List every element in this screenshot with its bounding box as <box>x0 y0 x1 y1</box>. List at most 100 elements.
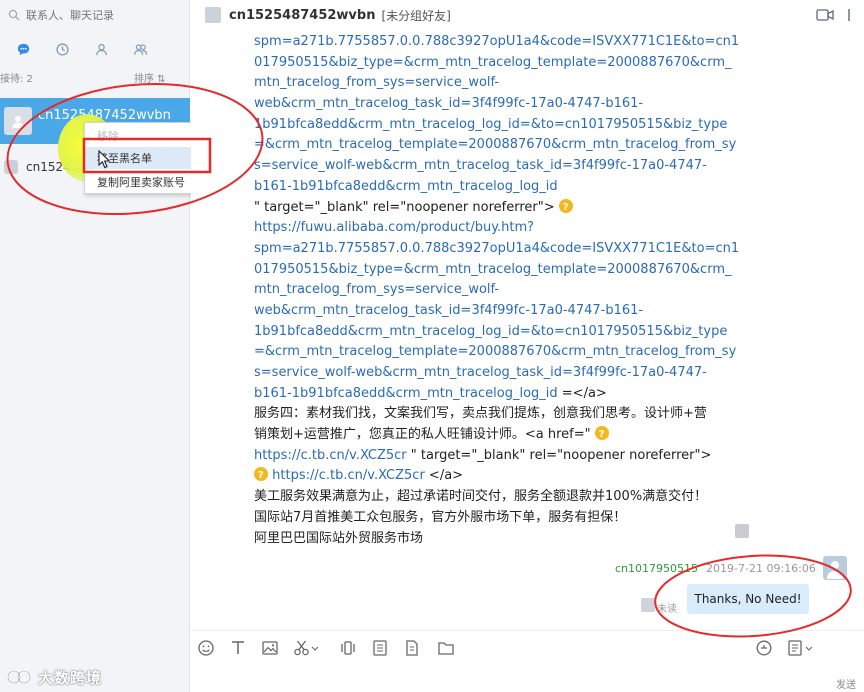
chat-header: cn1525487452wvbn [未分组好友] <box>191 0 864 30</box>
tab-recent-chats[interactable] <box>4 37 43 61</box>
received-message: spm=a271b.7755857.0.0.788c3927opU1a4&cod… <box>254 32 739 550</box>
message-line: s=service_wolf-web&crm_mtn_tracelog_task… <box>254 363 724 384</box>
message-text: " target="_blank" rel="noopener noreferr… <box>406 447 712 463</box>
message-settings-button[interactable] <box>787 639 815 657</box>
contact-count: 接待: 2 <box>0 74 33 85</box>
image-icon <box>262 641 278 655</box>
message-link[interactable]: b161-1b91bfca8edd&crm_mtn_tracelog_log_i… <box>254 179 558 194</box>
default-avatar-icon <box>827 561 843 579</box>
sent-message-meta: cn1017950515 2019-7-21 09:16:06 <box>615 562 816 575</box>
message-line: 国际站7月首推美工众包服务，官方外服市场下单，服务有担保！ <box>254 508 724 529</box>
emoji-icon <box>558 198 573 218</box>
read-status: 未读 <box>657 604 677 615</box>
message-line: s=service_wolf-web&crm_mtn_tracelog_task… <box>254 156 724 177</box>
message-line: 阿里巴巴国际站外贸服务市场 <box>254 529 724 550</box>
watermark-logo-icon <box>7 670 31 684</box>
tab-groups[interactable] <box>121 37 160 61</box>
scissors-icon <box>294 640 319 656</box>
message-link[interactable]: mtn_tracelog_from_sys=service_wolf- <box>254 282 499 297</box>
message-line: 销策划+运营推广，您真正的私人旺铺设计师。<a href=" <box>254 425 724 446</box>
shake-button[interactable] <box>339 639 357 657</box>
message-text: 国际站7月首推美工众包服务，官方外服市场下单，服务有担保！ <box>254 509 627 525</box>
video-call-icon[interactable] <box>816 8 834 22</box>
message-line: mtn_tracelog_from_sys=service_wolf- <box>254 73 724 94</box>
document-icon <box>373 640 387 656</box>
sent-timestamp: 2019-7-21 09:16:06 <box>706 562 816 575</box>
message-link[interactable]: 017950515&biz_type=&crm_mtn_tracelog_tem… <box>254 262 731 277</box>
sort-button[interactable]: 排序 ⇅ <box>134 70 166 85</box>
message-link[interactable]: https://c.tb.cn/v.XCZ5cr <box>254 448 407 463</box>
screenshot-button[interactable] <box>293 639 321 657</box>
default-avatar-icon <box>12 116 24 128</box>
group-icon <box>134 43 148 55</box>
message-line: =&crm_mtn_tracelog_template=2000887670&c… <box>254 135 736 156</box>
tab-history[interactable] <box>43 37 82 61</box>
message-link[interactable]: s=service_wolf-web&crm_mtn_tracelog_task… <box>254 365 707 380</box>
peer-group: [未分组好友] <box>381 8 451 23</box>
contact-sidebar: 接待: 2 排序 ⇅ cn1525487452wvbn cn15242 <box>0 0 190 692</box>
person-icon <box>96 43 107 55</box>
window-bar-icon[interactable] <box>844 8 854 22</box>
message-link[interactable]: spm=a271b.7755857.0.0.788c3927opU1a4&cod… <box>254 241 739 256</box>
message-text: =</a> <box>557 385 607 401</box>
message-link[interactable]: spm=a271b.7755857.0.0.788c3927opU1a4&cod… <box>254 34 739 49</box>
message-link[interactable]: =&crm_mtn_tracelog_template=2000887670&c… <box>254 137 736 152</box>
watermark-text: 大数跨境 <box>38 668 103 687</box>
message-line: spm=a271b.7755857.0.0.788c3927opU1a4&cod… <box>254 32 739 53</box>
message-link[interactable]: web&crm_mtn_tracelog_task_id=3f4f99fc-17… <box>254 96 643 111</box>
emoji-icon <box>198 640 214 656</box>
message-line: mtn_tracelog_from_sys=service_wolf- <box>254 280 724 301</box>
settings-doc-icon <box>788 640 813 656</box>
message-link[interactable]: =&crm_mtn_tracelog_template=2000887670&c… <box>254 344 736 359</box>
history-icon <box>756 640 772 656</box>
sender-avatar <box>823 556 847 580</box>
message-link[interactable]: 017950515&biz_type=&crm_mtn_tracelog_tem… <box>254 55 731 70</box>
message-line: web&crm_mtn_tracelog_task_id=3f4f99fc-17… <box>254 94 724 115</box>
avatar <box>4 160 18 174</box>
message-line: 017950515&biz_type=&crm_mtn_tracelog_tem… <box>254 260 731 281</box>
clock-icon <box>56 42 69 56</box>
message-line: https://c.tb.cn/v.XCZ5cr </a> <box>254 466 724 487</box>
message-link[interactable]: 1b91bfca8edd&crm_mtn_tracelog_log_id=&to… <box>254 117 727 132</box>
folder-button[interactable] <box>437 639 455 657</box>
message-line: " target="_blank" rel="noopener noreferr… <box>254 198 724 218</box>
message-text: 阿里巴巴国际站外贸服务市场 <box>254 530 424 546</box>
font-button[interactable] <box>229 639 247 657</box>
send-button[interactable]: 发送 <box>836 676 856 691</box>
chat-bubble-icon <box>17 43 30 55</box>
message-link[interactable]: s=service_wolf-web&crm_mtn_tracelog_task… <box>254 158 707 173</box>
text-font-icon <box>232 641 244 654</box>
message-link[interactable]: mtn_tracelog_from_sys=service_wolf- <box>254 75 499 90</box>
image-button[interactable] <box>261 639 279 657</box>
message-link[interactable]: https://fuwu.alibaba.com/product/buy.htm… <box>254 220 534 235</box>
unread-badge-icon <box>641 598 655 612</box>
message-text: 销策划+运营推广，您真正的私人旺铺设计师。<a href=" <box>254 427 591 443</box>
message-line: 1b91bfca8edd&crm_mtn_tracelog_log_id=&to… <box>254 115 727 136</box>
document-button[interactable] <box>371 639 389 657</box>
file-icon <box>406 640 418 656</box>
peer-name[interactable]: cn1525487452wvbn <box>229 8 375 23</box>
message-line: https://fuwu.alibaba.com/product/buy.htm… <box>254 218 724 239</box>
message-link[interactable]: 1b91bfca8edd&crm_mtn_tracelog_log_id=&to… <box>254 324 727 339</box>
file-button[interactable] <box>403 639 421 657</box>
search-bar <box>0 0 190 30</box>
sent-message-bubble: Thanks, No Need! <box>687 584 809 614</box>
sender-name[interactable]: cn1017950515 <box>615 562 698 575</box>
contact-stats: 接待: 2 排序 ⇅ <box>0 70 190 86</box>
message-line: spm=a271b.7755857.0.0.788c3927opU1a4&cod… <box>254 239 739 260</box>
message-line: =&crm_mtn_tracelog_template=2000887670&c… <box>254 342 736 363</box>
folder-icon <box>438 642 454 655</box>
message-line: 服务四：素材我们找，文案我们写，卖点我们提炼，创意我们思考。设计师+营 <box>254 404 724 425</box>
avatar <box>4 107 32 135</box>
message-line: 1b91bfca8edd&crm_mtn_tracelog_log_id=&to… <box>254 322 727 343</box>
message-line: 美工服务效果满意为止，超过承诺时间交付，服务全额退款并100%满意交付！ <box>254 487 724 508</box>
message-link[interactable]: https://c.tb.cn/v.XCZ5cr <box>272 468 425 483</box>
message-status-icon <box>735 524 749 538</box>
emoji-button[interactable] <box>197 639 215 657</box>
history-button[interactable] <box>755 639 773 657</box>
tab-contacts[interactable] <box>82 37 121 61</box>
search-input[interactable] <box>26 8 176 22</box>
message-link[interactable]: b161-1b91bfca8edd&crm_mtn_tracelog_log_i… <box>254 386 558 401</box>
message-link[interactable]: web&crm_mtn_tracelog_task_id=3f4f99fc-17… <box>254 303 643 318</box>
search-icon <box>8 9 20 21</box>
